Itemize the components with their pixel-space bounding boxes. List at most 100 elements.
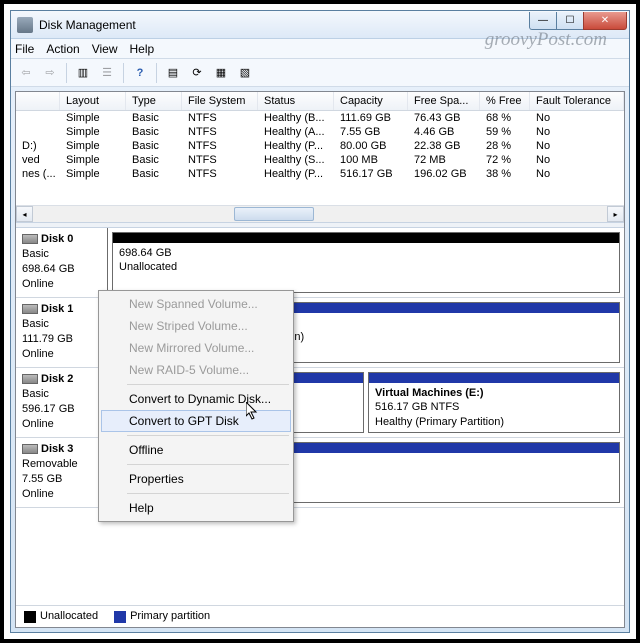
col-fault[interactable]: Fault Tolerance <box>530 92 624 110</box>
volume-row[interactable]: vedSimpleBasicNTFSHealthy (S...100 MB72 … <box>16 153 624 167</box>
horizontal-scrollbar[interactable]: ◂ ▸ <box>16 205 624 222</box>
cell: Healthy (A... <box>258 125 334 139</box>
cell: 196.02 GB <box>408 167 480 181</box>
column-headers[interactable]: Layout Type File System Status Capacity … <box>16 92 624 111</box>
menu-separator <box>127 493 289 494</box>
col-status[interactable]: Status <box>258 92 334 110</box>
menu-item-help[interactable]: Help <box>101 497 291 519</box>
disk-row[interactable]: Disk 0Basic698.64 GBOnline698.64 GBUnall… <box>16 228 624 298</box>
menu-file[interactable]: File <box>15 42 34 56</box>
cell: 59 % <box>480 125 530 139</box>
cell: Simple <box>60 153 126 167</box>
col-type[interactable]: Type <box>126 92 182 110</box>
disk-volumes: 698.64 GBUnallocated <box>108 228 624 297</box>
menu-view[interactable]: View <box>92 42 118 56</box>
cell: 68 % <box>480 111 530 125</box>
cell: Healthy (B... <box>258 111 334 125</box>
disk-header[interactable]: Disk 1Basic111.79 GBOnline <box>16 298 108 367</box>
title-bar[interactable]: Disk Management — ☐ ✕ <box>11 11 629 39</box>
cell: Basic <box>126 167 182 181</box>
legend-primary: Primary partition <box>130 610 210 622</box>
cell: NTFS <box>182 111 258 125</box>
settings-button[interactable]: ▦ <box>210 62 232 84</box>
volume-row[interactable]: D:)SimpleBasicNTFSHealthy (P...80.00 GB2… <box>16 139 624 153</box>
volume-list[interactable]: Layout Type File System Status Capacity … <box>16 92 624 222</box>
cell: Healthy (S... <box>258 153 334 167</box>
legend-swatch-primary <box>114 611 126 623</box>
disk-header[interactable]: Disk 3Removable7.55 GBOnline <box>16 438 108 507</box>
disk-icon <box>22 304 38 314</box>
volume-box[interactable]: 698.64 GBUnallocated <box>112 232 620 293</box>
cell: NTFS <box>182 139 258 153</box>
menu-separator <box>127 384 289 385</box>
cell: Simple <box>60 125 126 139</box>
properties-button[interactable]: ☰ <box>96 62 118 84</box>
menu-item-convert-to-gpt-disk[interactable]: Convert to GPT Disk <box>101 410 291 432</box>
refresh-button[interactable]: ▤ <box>162 62 184 84</box>
cell: NTFS <box>182 167 258 181</box>
cell <box>16 111 60 125</box>
col-freespace[interactable]: Free Spa... <box>408 92 480 110</box>
separator <box>156 63 157 83</box>
rescan-button[interactable]: ⟳ <box>186 62 208 84</box>
col-filesystem[interactable]: File System <box>182 92 258 110</box>
menu-item-offline[interactable]: Offline <box>101 439 291 461</box>
legend-swatch-unallocated <box>24 611 36 623</box>
cell: 38 % <box>480 167 530 181</box>
disk-header[interactable]: Disk 2Basic596.17 GBOnline <box>16 368 108 437</box>
scroll-left-button[interactable]: ◂ <box>16 206 33 222</box>
col-icon[interactable] <box>16 92 60 110</box>
menu-item-properties[interactable]: Properties <box>101 468 291 490</box>
volume-info: 698.64 GBUnallocated <box>113 243 619 278</box>
cell: 7.55 GB <box>334 125 408 139</box>
separator <box>66 63 67 83</box>
menu-separator <box>127 435 289 436</box>
scroll-track[interactable] <box>33 206 607 222</box>
help-button[interactable]: ? <box>129 62 151 84</box>
cell: 76.43 GB <box>408 111 480 125</box>
cell: 72 % <box>480 153 530 167</box>
volume-box[interactable]: Virtual Machines (E:)516.17 GB NTFSHealt… <box>368 372 620 433</box>
cell: No <box>530 153 624 167</box>
cell: Healthy (P... <box>258 167 334 181</box>
cell: 28 % <box>480 139 530 153</box>
legend-unallocated: Unallocated <box>40 610 98 622</box>
cell: 100 MB <box>334 153 408 167</box>
cell: Basic <box>126 153 182 167</box>
volume-row[interactable]: SimpleBasicNTFSHealthy (B...111.69 GB76.… <box>16 111 624 125</box>
menu-help[interactable]: Help <box>130 42 155 56</box>
cell: No <box>530 111 624 125</box>
cell: 111.69 GB <box>334 111 408 125</box>
forward-button[interactable]: ⇨ <box>39 62 61 84</box>
volume-row[interactable]: nes (...SimpleBasicNTFSHealthy (P...516.… <box>16 167 624 181</box>
cell: Simple <box>60 139 126 153</box>
legend: Unallocated Primary partition <box>16 605 624 627</box>
close-button[interactable]: ✕ <box>583 12 627 30</box>
scroll-right-button[interactable]: ▸ <box>607 206 624 222</box>
disk-header[interactable]: Disk 0Basic698.64 GBOnline <box>16 228 108 297</box>
cell: 516.17 GB <box>334 167 408 181</box>
window-title: Disk Management <box>39 18 530 32</box>
disk-icon <box>22 444 38 454</box>
context-menu[interactable]: New Spanned Volume...New Striped Volume.… <box>98 290 294 522</box>
volume-row[interactable]: SimpleBasicNTFSHealthy (A...7.55 GB4.46 … <box>16 125 624 139</box>
cell: Basic <box>126 139 182 153</box>
menu-action[interactable]: Action <box>46 42 79 56</box>
col-layout[interactable]: Layout <box>60 92 126 110</box>
maximize-button[interactable]: ☐ <box>556 12 584 30</box>
col-pctfree[interactable]: % Free <box>480 92 530 110</box>
volume-color-bar <box>113 233 619 243</box>
more-button[interactable]: ▧ <box>234 62 256 84</box>
cell: ved <box>16 153 60 167</box>
minimize-button[interactable]: — <box>529 12 557 30</box>
col-capacity[interactable]: Capacity <box>334 92 408 110</box>
menu-item-convert-to-dynamic-disk[interactable]: Convert to Dynamic Disk... <box>101 388 291 410</box>
scroll-thumb[interactable] <box>234 207 314 221</box>
cell: No <box>530 139 624 153</box>
back-button[interactable]: ⇦ <box>15 62 37 84</box>
cell: NTFS <box>182 125 258 139</box>
cell: 80.00 GB <box>334 139 408 153</box>
disk-icon <box>22 234 38 244</box>
menu-separator <box>127 464 289 465</box>
show-hide-tree-button[interactable]: ▥ <box>72 62 94 84</box>
